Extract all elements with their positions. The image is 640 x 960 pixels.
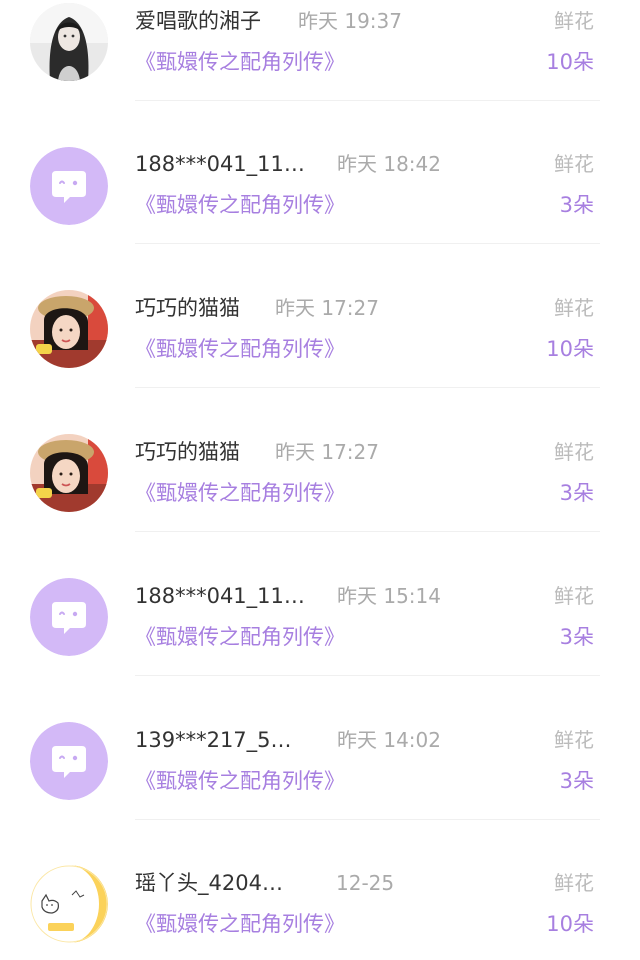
gift-time: 昨天 14:02 [337,728,441,752]
girl-straw-hat-photo-icon [30,434,108,512]
avatar[interactable] [30,865,108,943]
gift-type-label: 鲜花 [554,152,594,176]
avatar[interactable] [30,434,108,512]
avatar[interactable] [30,3,108,81]
book-title-link[interactable]: 《甄嬛传之配角列传》 [135,477,345,509]
gift-time: 昨天 17:27 [275,440,379,464]
gift-type-label: 鲜花 [554,728,594,752]
gift-count: 3朵 [559,625,594,649]
sender-name: 巧巧的猫猫 [135,440,240,464]
gift-count: 10朵 [546,912,594,936]
default-chat-avatar-icon [30,578,108,656]
gift-time: 昨天 18:42 [337,152,441,176]
gift-row[interactable]: 188***041_11… 昨天 15:14 《甄嬛传之配角列传》 鲜花 3朵 [0,575,640,718]
book-title-link[interactable]: 《甄嬛传之配角列传》 [135,333,345,365]
sender-name: 188***041_11… [135,584,305,608]
default-chat-avatar-icon [30,147,108,225]
gift-count: 3朵 [559,193,594,217]
avatar[interactable] [30,722,108,800]
girl-straw-hat-photo-icon [30,290,108,368]
row-divider [135,675,600,676]
book-title-link[interactable]: 《甄嬛传之配角列传》 [135,765,345,797]
sender-name: 瑶丫头_4204… [135,871,283,895]
gift-count: 10朵 [546,50,594,74]
row-divider [135,531,600,532]
portrait-photo-icon [30,3,108,81]
sender-name: 139***217_5… [135,728,292,752]
gift-time: 昨天 19:37 [298,9,402,33]
book-title-link[interactable]: 《甄嬛传之配角列传》 [135,908,345,940]
gift-time: 昨天 15:14 [337,584,441,608]
default-chat-avatar-icon [30,722,108,800]
row-divider [135,387,600,388]
gift-time: 昨天 17:27 [275,296,379,320]
row-divider [135,243,600,244]
book-title-link[interactable]: 《甄嬛传之配角列传》 [135,46,345,78]
gift-count: 10朵 [546,337,594,361]
book-title-link[interactable]: 《甄嬛传之配角列传》 [135,621,345,653]
gift-row[interactable]: 爱唱歌的湘子 昨天 19:37 《甄嬛传之配角列传》 鲜花 10朵 [0,0,640,143]
sender-name: 188***041_11… [135,152,305,176]
flower-gift-list: 爱唱歌的湘子 昨天 19:37 《甄嬛传之配角列传》 鲜花 10朵 188***… [0,0,640,960]
gift-type-label: 鲜花 [554,871,594,895]
sender-name: 爱唱歌的湘子 [135,9,261,33]
gift-row[interactable]: 188***041_11… 昨天 18:42 《甄嬛传之配角列传》 鲜花 3朵 [0,143,640,286]
avatar[interactable] [30,578,108,656]
book-title-link[interactable]: 《甄嬛传之配角列传》 [135,189,345,221]
gift-type-label: 鲜花 [554,584,594,608]
gift-count: 3朵 [559,769,594,793]
gift-type-label: 鲜花 [554,440,594,464]
row-divider [135,819,600,820]
avatar[interactable] [30,147,108,225]
gift-count: 3朵 [559,481,594,505]
row-divider [135,100,600,101]
yellow-moon-cat-avatar-icon [30,865,108,943]
gift-type-label: 鲜花 [554,9,594,33]
gift-row[interactable]: 139***217_5… 昨天 14:02 《甄嬛传之配角列传》 鲜花 3朵 [0,719,640,862]
gift-row[interactable]: 巧巧的猫猫 昨天 17:27 《甄嬛传之配角列传》 鲜花 3朵 [0,431,640,574]
gift-time: 12-25 [336,871,395,895]
sender-name: 巧巧的猫猫 [135,296,240,320]
gift-row[interactable]: 巧巧的猫猫 昨天 17:27 《甄嬛传之配角列传》 鲜花 10朵 [0,287,640,430]
avatar[interactable] [30,290,108,368]
gift-type-label: 鲜花 [554,296,594,320]
gift-row[interactable]: 瑶丫头_4204… 12-25 《甄嬛传之配角列传》 鲜花 10朵 [0,862,640,960]
